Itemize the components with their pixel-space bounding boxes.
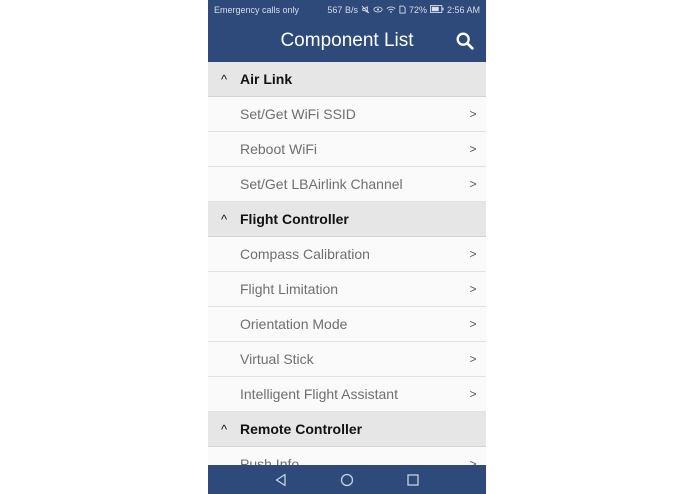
collapse-caret-icon: ^ [220, 71, 228, 87]
list-item-label: Reboot WiFi [240, 141, 318, 157]
battery-percent: 72% [408, 5, 427, 15]
list-item-label: Set/Get WiFi SSID [240, 106, 356, 122]
network-speed: 567 B/s [327, 5, 358, 15]
list-item[interactable]: Set/Get LBAirlink Channel > [208, 167, 486, 202]
list-item[interactable]: Push Info > [208, 447, 486, 465]
list-item[interactable]: Virtual Stick > [208, 342, 486, 377]
group-header-remote-controller[interactable]: ^ Remote Controller [208, 412, 486, 447]
collapse-caret-icon: ^ [220, 211, 228, 227]
group-header-flight-controller[interactable]: ^ Flight Controller [208, 202, 486, 237]
chevron-right-icon: > [469, 247, 477, 261]
collapse-caret-icon: ^ [220, 421, 228, 437]
carrier-text: Emergency calls only [214, 5, 300, 15]
status-right: 567 B/s 72% 2:56 AM [327, 5, 480, 16]
list-item[interactable]: Set/Get WiFi SSID > [208, 97, 486, 132]
group-title: Remote Controller [240, 421, 363, 437]
chevron-right-icon: > [469, 352, 477, 366]
list-item-label: Push Info [240, 456, 300, 465]
list-item[interactable]: Flight Limitation > [208, 272, 486, 307]
clock: 2:56 AM [446, 5, 480, 15]
list-item[interactable]: Orientation Mode > [208, 307, 486, 342]
wifi-icon [386, 5, 396, 16]
list-item-label: Set/Get LBAirlink Channel [240, 176, 403, 192]
phone-screen: Emergency calls only 567 B/s 72% 2:56 AM… [208, 0, 486, 494]
chevron-right-icon: > [469, 387, 477, 401]
list-item-label: Virtual Stick [240, 351, 314, 367]
chevron-right-icon: > [469, 142, 477, 156]
component-list: ^ Air Link Set/Get WiFi SSID > Reboot Wi… [208, 62, 486, 465]
chevron-right-icon: > [469, 282, 477, 296]
search-icon[interactable] [454, 30, 476, 52]
sim-icon [399, 5, 406, 16]
list-item[interactable]: Intelligent Flight Assistant > [208, 377, 486, 412]
back-icon[interactable] [271, 470, 291, 490]
eye-icon [373, 5, 383, 16]
list-item[interactable]: Compass Calibration > [208, 237, 486, 272]
chevron-right-icon: > [469, 457, 477, 465]
home-icon[interactable] [337, 470, 357, 490]
recents-icon[interactable] [403, 470, 423, 490]
list-item-label: Flight Limitation [240, 281, 339, 297]
list-item-label: Compass Calibration [240, 246, 370, 262]
app-bar: Component List [208, 20, 486, 62]
chevron-right-icon: > [469, 107, 477, 121]
list-item-label: Intelligent Flight Assistant [240, 386, 398, 402]
mute-icon [361, 5, 370, 16]
list-item[interactable]: Reboot WiFi > [208, 132, 486, 167]
chevron-right-icon: > [469, 317, 477, 331]
status-bar: Emergency calls only 567 B/s 72% 2:56 AM [208, 0, 486, 20]
system-nav-bar [208, 465, 486, 494]
group-header-air-link[interactable]: ^ Air Link [208, 62, 486, 97]
battery-icon [429, 5, 444, 15]
chevron-right-icon: > [469, 177, 477, 191]
group-title: Air Link [240, 71, 293, 87]
page-title: Component List [280, 30, 414, 51]
group-title: Flight Controller [240, 211, 349, 227]
list-item-label: Orientation Mode [240, 316, 348, 332]
